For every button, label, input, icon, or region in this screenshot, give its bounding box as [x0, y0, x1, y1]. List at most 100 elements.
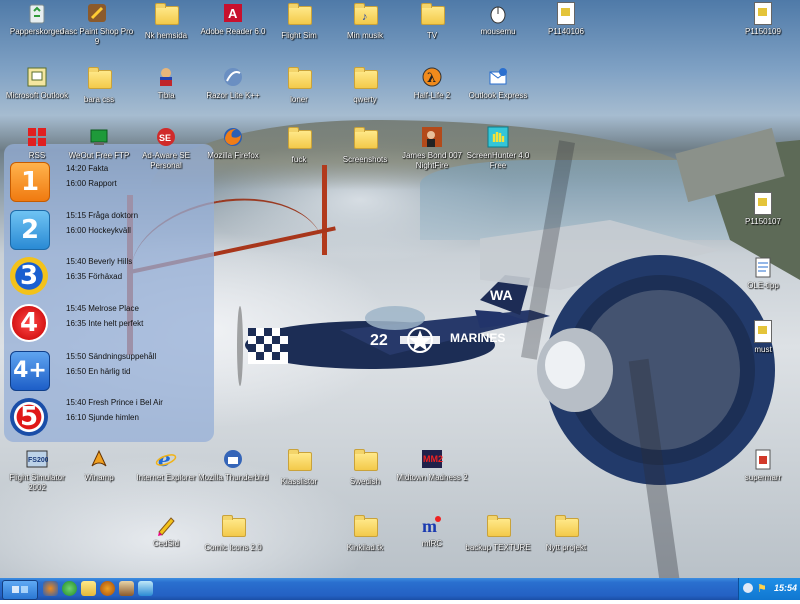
- desktop-icon-min-musik[interactable]: ♪ Min musik: [328, 2, 402, 62]
- svg-text:λ: λ: [427, 71, 436, 86]
- desktop-icon-outlook-express[interactable]: Outlook Express: [461, 66, 535, 126]
- tv-program: 16:50 En härlig tid: [66, 367, 131, 376]
- desktop-icon-firefox[interactable]: Mozilla Firefox: [196, 126, 270, 186]
- folder-icon: [155, 3, 179, 25]
- desktop-icon-internet-explorer[interactable]: e Internet Explorer: [129, 447, 203, 508]
- desktop-icon-adobe-reader[interactable]: A Adobe Reader 6.0: [196, 2, 270, 62]
- thunderbird-icon: [222, 448, 244, 470]
- svg-text:FS2002: FS2002: [28, 457, 48, 464]
- folder-icon: [222, 515, 246, 537]
- desktop-icon-ad-aware[interactable]: SE Ad-Aware SE Personal: [129, 126, 203, 186]
- mouse-icon: [487, 2, 509, 24]
- desktop-icon-weout-ftp[interactable]: WeOut Free FTP: [62, 126, 136, 186]
- start-button[interactable]: [2, 580, 38, 600]
- desktop-icon-qwerty[interactable]: qwerty: [328, 66, 402, 126]
- folder-icon: [354, 67, 378, 89]
- plane-number: 22: [370, 332, 388, 349]
- explorer-icon[interactable]: [81, 581, 96, 596]
- tv-program: 15:40 Fresh Prince i Bel Air: [66, 398, 163, 407]
- tv-program: 16:35 Inte helt perfekt: [66, 319, 144, 328]
- desktop-icon-must[interactable]: must: [726, 320, 800, 380]
- desktop-icon-screenhunter[interactable]: ScreenHunter 4.0 Free: [461, 126, 535, 186]
- svg-text:A: A: [228, 6, 238, 21]
- desktop-icon-winamp[interactable]: Winamp: [62, 448, 136, 508]
- desktop[interactable]: 22 MARINES WA 1 14:20 Fakta 16:00 Rappor…: [0, 0, 800, 578]
- desktop-icon-tibia[interactable]: Tibia: [129, 66, 203, 126]
- desktop-icon-ole-tipp[interactable]: OLE-tipp: [726, 256, 800, 316]
- clock[interactable]: 15:54: [774, 583, 797, 593]
- folder-icon: [88, 67, 112, 89]
- rss-icon: [26, 126, 48, 148]
- desktop-icon-loner[interactable]: loner: [262, 66, 336, 126]
- desktop-icon-flight-sim[interactable]: Flight Sim: [262, 2, 336, 62]
- tibia-icon: [155, 66, 177, 88]
- desktop-icon-comic-icons[interactable]: Comic Icons 2.0: [196, 514, 270, 574]
- tv-channel-row[interactable]: 5 15:40 Fresh Prince i Bel Air 16:10 Sju…: [4, 394, 214, 440]
- desktop-icon-screenshots[interactable]: Screenshots: [328, 126, 402, 186]
- desktop-icon-razor-lite[interactable]: Razor Lite K++: [196, 66, 270, 126]
- mirc-icon: m: [421, 514, 443, 536]
- tv3-logo-icon: 3: [10, 257, 48, 295]
- desktop-icon-mousemu[interactable]: mousemu: [461, 2, 535, 62]
- tv-channel-row[interactable]: 3 15:40 Beverly Hills 16:35 Förhäxad: [4, 253, 214, 299]
- folder-icon: [288, 3, 312, 25]
- tv4-logo-icon: 4: [10, 304, 48, 342]
- folder-icon: [421, 3, 445, 25]
- desktop-icon-p1140106[interactable]: P1140106: [529, 2, 603, 62]
- outlook-express-icon: [487, 66, 509, 88]
- desktop-icon-thunderbird[interactable]: Mozilla Thunderbird: [196, 448, 270, 508]
- desktop-icon-half-life-2[interactable]: λ Half-Life 2: [395, 66, 469, 126]
- folder-icon: [487, 515, 511, 537]
- tv-channel-row[interactable]: 2 15:15 Fråga doktorn 16:00 Hockeykväll: [4, 206, 214, 252]
- folder-icon: [288, 449, 312, 471]
- tv-channel-row[interactable]: 4+ 15:50 Sändningsuppehåll 16:50 En härl…: [4, 347, 214, 393]
- desktop-icon-supermarr[interactable]: supermarr: [726, 448, 800, 508]
- desktop-icon-bara-css[interactable]: bara css: [62, 66, 136, 126]
- desktop-icon-p1150109[interactable]: P1150109: [726, 2, 800, 62]
- desktop-icon-mirc[interactable]: m mIRC: [395, 514, 469, 574]
- tv4-plus-logo-icon: 4+: [10, 351, 50, 391]
- network-icon[interactable]: ⚑: [757, 582, 767, 595]
- desktop-icon-kinkilad[interactable]: Kinkilad.tk: [328, 514, 402, 574]
- tv-program: 16:10 Sjunde himlen: [66, 413, 139, 422]
- music-folder-icon: ♪: [354, 3, 378, 28]
- tv-guide-widget[interactable]: 1 14:20 Fakta 16:00 Rapport 2 15:15 Fråg…: [4, 144, 214, 442]
- desktop-icon-cedsid[interactable]: CedSid: [129, 514, 203, 574]
- paint-icon[interactable]: [119, 581, 134, 596]
- folder-icon: [354, 127, 378, 149]
- image-file-icon: [754, 320, 772, 343]
- tv-channel-row[interactable]: 4 15:45 Melrose Place 16:35 Inte helt pe…: [4, 300, 214, 346]
- desktop-icon-fuck[interactable]: fuck: [262, 126, 336, 186]
- kanal5-logo-icon: 5: [10, 398, 48, 436]
- half-life-icon: λ: [421, 66, 443, 88]
- paint-shop-icon: [86, 2, 108, 24]
- desktop-icon-p1150107[interactable]: P1150107: [726, 192, 800, 252]
- svg-text:SE: SE: [159, 133, 171, 143]
- volume-icon[interactable]: [743, 583, 753, 593]
- desktop-icon-klasslistor[interactable]: Klasslistor: [262, 448, 336, 508]
- desktop-icon-midtown-madness[interactable]: MM2 Midtown Madness 2: [395, 448, 469, 508]
- desktop-icon-paint-shop-pro[interactable]: Jasc Paint Shop Pro 9: [60, 2, 134, 62]
- ad-aware-icon: SE: [155, 126, 177, 148]
- desktop-icon-james-bond[interactable]: James Bond 007 NightFire: [395, 126, 469, 186]
- svg-text:m: m: [422, 516, 437, 536]
- tv-program: 15:15 Fråga doktorn: [66, 211, 139, 220]
- tv-program: 15:40 Beverly Hills: [66, 257, 133, 266]
- desktop-icon-nytt-projekt[interactable]: Nytt projekt: [529, 514, 603, 574]
- desktop-icon-nk-hemsida[interactable]: Nk hemsida: [129, 2, 203, 62]
- desktop-icon-tv[interactable]: TV: [395, 2, 469, 62]
- desktop-icon-backup-texture[interactable]: backup TEXTURE: [461, 514, 535, 574]
- winamp-icon: [88, 448, 110, 470]
- flight-simulator-icon: FS2002: [26, 448, 53, 470]
- taskbar: ⚑ 15:54: [0, 578, 800, 600]
- desktop-icon-swedish[interactable]: Swedish: [328, 448, 402, 508]
- tibia-icon[interactable]: [138, 581, 153, 596]
- firefox-icon[interactable]: [43, 581, 58, 596]
- image-file-icon: [754, 2, 772, 25]
- windows-logo-icon: [12, 586, 28, 593]
- svt2-logo-icon: 2: [10, 210, 50, 250]
- internet-explorer-icon[interactable]: [62, 581, 77, 596]
- half-life-icon[interactable]: [100, 581, 115, 596]
- tv-program: 15:45 Melrose Place: [66, 304, 139, 313]
- document-icon: [752, 256, 774, 278]
